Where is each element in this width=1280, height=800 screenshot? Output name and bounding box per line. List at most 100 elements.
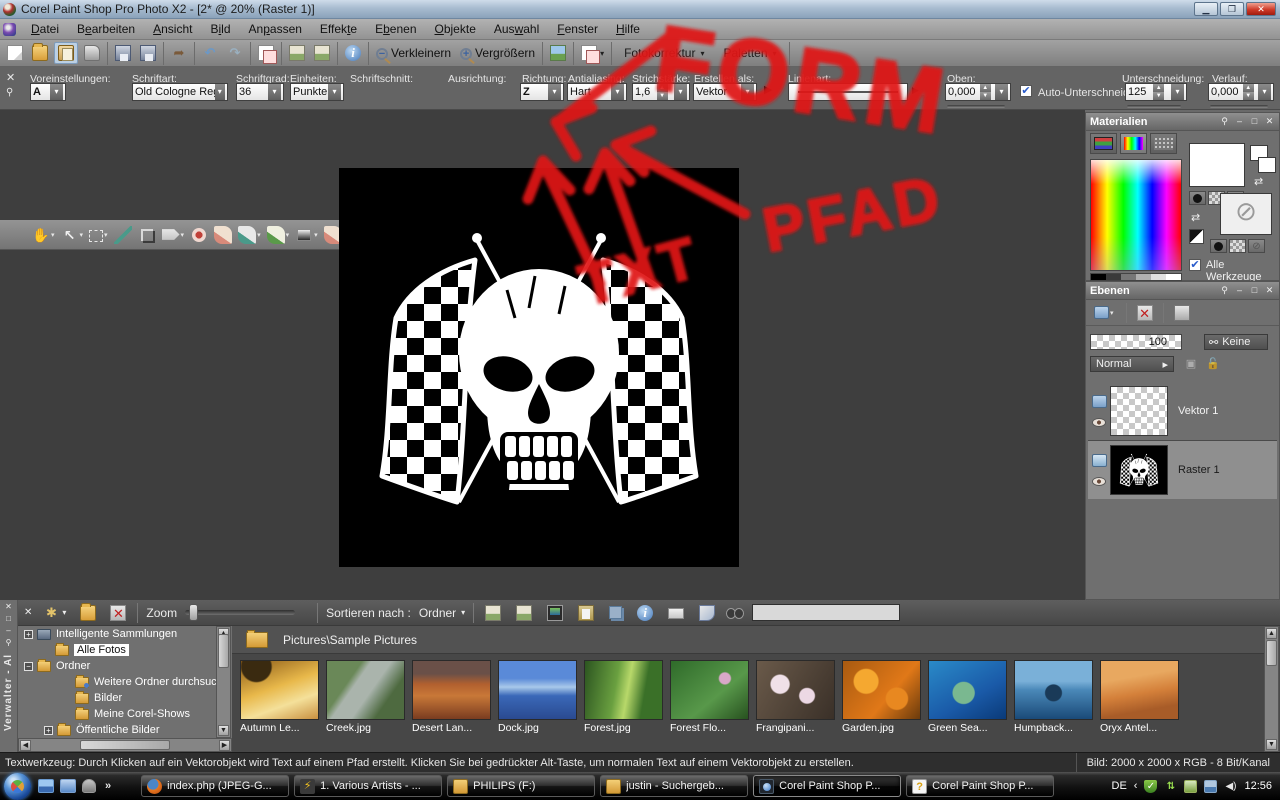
email-button[interactable]: [665, 604, 687, 621]
oben-spinner[interactable]: 0,000 ▲▼ ▾: [945, 83, 1011, 101]
antialias-dropdown[interactable]: Hart ▾: [567, 83, 627, 101]
security-shield-icon[interactable]: ✓: [1144, 780, 1157, 793]
maximize-icon[interactable]: □: [1249, 285, 1260, 296]
direction-dropdown[interactable]: Z ▾: [520, 83, 564, 101]
taskbar-button[interactable]: ?Corel Paint Shop P...: [906, 775, 1054, 797]
background-swatch[interactable]: ⊘: [1220, 193, 1272, 235]
quick-launch-icon[interactable]: [82, 779, 96, 793]
image-button[interactable]: [547, 43, 569, 63]
expander-icon[interactable]: +: [44, 726, 53, 735]
red-eye-tool[interactable]: [188, 224, 210, 246]
photo-fix-button[interactable]: Fotokorrektur ▾: [616, 43, 712, 63]
spin-buttons[interactable]: ▲▼: [657, 84, 668, 100]
window-new-button[interactable]: [255, 43, 277, 63]
tree-item[interactable]: +Intelligente Sammlungen: [18, 626, 232, 642]
taskbar-button[interactable]: PHILIPS (F:): [447, 775, 595, 797]
layer-row-raster[interactable]: Raster 1: [1088, 441, 1277, 499]
thumbnail-item[interactable]: Creek.jpg: [326, 660, 405, 734]
thumbnail-item[interactable]: Humpback...: [1014, 660, 1093, 734]
lock-icon[interactable]: 🔓: [1204, 356, 1222, 372]
minimize-icon[interactable]: –: [6, 626, 10, 635]
rotate-left-button[interactable]: [482, 603, 504, 623]
organizer-vertical-tab[interactable]: ✕ □ – ⚲ Verwalter - Al: [0, 600, 18, 752]
palettes-button[interactable]: Paletten ▾: [715, 43, 784, 63]
minimize-icon[interactable]: –: [1234, 116, 1245, 127]
thumbnail-item[interactable]: Oryx Antel...: [1100, 660, 1179, 734]
taskbar-button[interactable]: index.php (JPEG-G...: [141, 775, 289, 797]
dropper-tool[interactable]: [112, 224, 134, 246]
minimize-icon[interactable]: –: [1234, 285, 1245, 296]
taskbar-button[interactable]: justin - Suchergeb...: [600, 775, 748, 797]
expander-icon[interactable]: +: [24, 630, 33, 639]
info-button[interactable]: i: [634, 603, 656, 623]
toothbrush-tool[interactable]: ▾: [236, 224, 263, 246]
bg-texture-style-button[interactable]: [1229, 239, 1246, 253]
tab-frame[interactable]: [1090, 133, 1117, 154]
thumbnail-item[interactable]: Forest Flo...: [670, 660, 749, 734]
thumbnail-item[interactable]: Autumn Le...: [240, 660, 319, 734]
swap-colors-icon[interactable]: ⇄: [1254, 175, 1263, 188]
rotate-right-button[interactable]: [513, 603, 535, 623]
canvas[interactable]: [339, 168, 739, 567]
browser-vertical-scrollbar[interactable]: ▲ ▼: [1264, 626, 1279, 752]
close-icon[interactable]: ✕: [24, 607, 32, 618]
redo-button[interactable]: ↷: [224, 43, 246, 63]
swap-materials-icon[interactable]: ⇄: [1191, 211, 1200, 224]
chevron-down-icon[interactable]: ▾: [51, 231, 55, 239]
thumbnail-item[interactable]: Desert Lan...: [412, 660, 491, 734]
stack-button[interactable]: [606, 604, 625, 621]
taskbar-button[interactable]: Corel Paint Shop P...: [753, 775, 901, 797]
add-folder-button[interactable]: [77, 603, 99, 623]
create-as-dropdown[interactable]: Vektor ▾: [693, 83, 757, 101]
thumbnail-zoom-slider[interactable]: [185, 610, 295, 615]
edit-selection-button[interactable]: [1174, 305, 1190, 321]
info-button[interactable]: i: [342, 43, 364, 63]
menu-bild[interactable]: Bild: [201, 20, 239, 38]
scroll-up-icon[interactable]: ▲: [1266, 628, 1277, 639]
organizer-settings-button[interactable]: ✱▾: [40, 603, 69, 623]
network-icon[interactable]: [1204, 780, 1217, 793]
expand-arrow-icon[interactable]: ▶: [764, 83, 772, 96]
spin-buttons[interactable]: ▲▼: [1243, 84, 1254, 100]
visibility-eye-icon[interactable]: [1092, 477, 1106, 486]
search-icon[interactable]: [726, 605, 744, 621]
kerning-spinner[interactable]: 125 ▲▼ ▾: [1125, 83, 1187, 101]
share-button[interactable]: ➦: [168, 43, 190, 63]
new-file-button[interactable]: [4, 43, 26, 63]
kerning-slider[interactable]: [1127, 105, 1181, 108]
tree-item[interactable]: Bilder: [18, 690, 232, 706]
pin-icon[interactable]: ⚲: [6, 87, 13, 98]
zoom-in-button[interactable]: +Vergrößern: [457, 44, 538, 62]
menu-bearbeiten[interactable]: Bearbeiten: [68, 20, 144, 38]
pin-icon[interactable]: ⚲: [1219, 285, 1230, 296]
taskbar-button[interactable]: ⚡1. Various Artists - ...: [294, 775, 442, 797]
lighten-tool[interactable]: ▾: [293, 224, 320, 246]
black-white-swatch[interactable]: [1189, 229, 1204, 244]
menu-ansicht[interactable]: Ansicht: [144, 20, 201, 38]
import-button[interactable]: [311, 43, 333, 63]
close-icon[interactable]: ✕: [1264, 116, 1275, 127]
scrollbar-thumb[interactable]: [218, 634, 229, 668]
menu-hilfe[interactable]: Hilfe: [607, 20, 649, 38]
chevron-down-icon[interactable]: ▾: [80, 231, 84, 239]
chevron-down-icon[interactable]: ▾: [286, 231, 290, 239]
thumbnail-item[interactable]: Garden.jpg: [842, 660, 921, 734]
chevron-down-icon[interactable]: ▾: [257, 231, 261, 239]
start-button[interactable]: [4, 773, 31, 800]
close-icon[interactable]: ✕: [5, 602, 12, 611]
blend-mode-dropdown[interactable]: Normal ▸: [1090, 356, 1174, 372]
tree-vertical-scrollbar[interactable]: ▲ ▼: [216, 626, 231, 738]
scroll-down-icon[interactable]: ▼: [1266, 739, 1277, 750]
line-style-arrow-icon[interactable]: ▶: [912, 85, 919, 96]
delete-button[interactable]: ✕: [107, 603, 129, 623]
minimize-button[interactable]: ▁: [1194, 2, 1218, 16]
chevron-down-icon[interactable]: ▾: [314, 231, 318, 239]
menu-effekte[interactable]: Effekte: [311, 20, 366, 38]
zoom-out-button[interactable]: −Verkleinern: [373, 44, 454, 62]
foreground-swatch[interactable]: [1189, 143, 1245, 187]
tab-swatches[interactable]: [1150, 133, 1177, 154]
sort-dropdown[interactable]: Ordner ▾: [419, 606, 465, 620]
expander-icon[interactable]: −: [24, 662, 33, 671]
scroll-left-icon[interactable]: ◀: [20, 740, 31, 751]
menu-auswahl[interactable]: Auswahl: [485, 20, 548, 38]
